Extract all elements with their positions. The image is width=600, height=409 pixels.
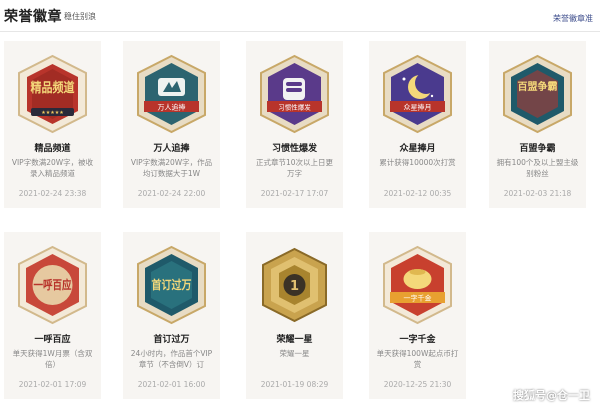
yizi-qianjin-badge-icon: 一字千金 <box>383 245 452 325</box>
badge-name: 万人追捧 <box>153 144 190 154</box>
badge-date: 2021-01-19 08:29 <box>260 380 329 389</box>
badge-description: 单天获得100W起点币打赏 <box>376 349 459 369</box>
badge-card-baimeng-zhengba[interactable]: 百盟争霸 百盟争霸 拥有100个及以上盟主级别粉丝 2021-02-03 21:… <box>489 41 586 208</box>
svg-text:1: 1 <box>290 279 299 294</box>
svg-text:百盟争霸: 百盟争霸 <box>518 80 558 93</box>
badge-date: 2021-02-01 16:00 <box>137 380 206 389</box>
xiguanxing-baofa-badge-icon: 习惯性爆发 <box>260 54 329 134</box>
svg-text:首订过万: 首订过万 <box>152 277 192 292</box>
badge-card-yihu-baiying[interactable]: 一呼百应 一呼百应 单天获得1W月票（含双倍） 2021-02-01 17:09 <box>4 232 101 399</box>
badge-name: 荣耀一星 <box>276 335 313 345</box>
baimeng-zhengba-badge-icon: 百盟争霸 <box>503 54 572 134</box>
badge-card-jingpin-pindao[interactable]: ★★★★★ 精品频道 精品频道 VIP字数满20W字，被收录入精品频道 2021… <box>4 41 101 208</box>
badge-card-zhongxing-pengyue[interactable]: 众星捧月 众星捧月 累计获得10000次打赏 2021-02-12 00:35 <box>369 41 466 208</box>
badge-description: 累计获得10000次打赏 <box>379 158 456 167</box>
zhongxing-pengyue-badge-icon: 众星捧月 <box>383 54 452 134</box>
jingpin-pindao-badge-icon: ★★★★★ 精品频道 <box>18 54 87 134</box>
badge-description: 荣耀一星 <box>279 349 310 358</box>
badge-name: 精品频道 <box>34 144 71 154</box>
badge-card-xiguanxing-baofa[interactable]: 习惯性爆发 习惯性爆发 正式章节10次以上日更万字 2021-02-17 17:… <box>246 41 343 208</box>
badge-date: 2021-02-12 00:35 <box>383 189 452 198</box>
page-subtitle: 稳住别浪 <box>64 12 96 21</box>
badge-description: 24小时内，作品首个VIP章节（不含倒V）订 <box>130 349 213 369</box>
badge-date: 2020-12-25 21:30 <box>383 380 452 389</box>
badge-name: 一呼百应 <box>34 335 71 345</box>
yihu-baiying-badge-icon: 一呼百应 <box>18 245 87 325</box>
badge-name: 一字千金 <box>399 335 436 345</box>
shouding-guowan-badge-icon: 首订过万 <box>137 245 206 325</box>
badge-rules-link[interactable]: 荣誉徽章准 <box>553 13 593 24</box>
watermark: 搜狐号@仓一卫 <box>513 389 590 402</box>
badge-name: 首订过万 <box>153 335 190 345</box>
badge-date: 2021-02-17 17:07 <box>260 189 329 198</box>
badge-date: 2021-02-01 17:09 <box>18 380 87 389</box>
svg-text:万人追捧: 万人追捧 <box>158 103 186 112</box>
page-header: 荣誉徽章 稳住别浪 荣誉徽章准 <box>0 0 600 32</box>
rongyao-yixing-badge-icon: 1 <box>262 247 327 323</box>
svg-text:一呼百应: 一呼百应 <box>34 277 72 292</box>
svg-text:精品频道: 精品频道 <box>31 80 75 96</box>
badge-card-yizi-qianjin[interactable]: 一字千金 一字千金 单天获得100W起点币打赏 2020-12-25 21:30 <box>369 232 466 399</box>
badge-name: 百盟争霸 <box>519 144 556 154</box>
svg-text:★★★★★: ★★★★★ <box>41 110 64 116</box>
wanren-zhuipeng-badge-icon: 万人追捧 <box>137 54 206 134</box>
badge-description: VIP字数满20W字，被收录入精品频道 <box>11 158 94 178</box>
badge-description: VIP字数满20W字，作品均订数据大于1W <box>130 158 213 178</box>
badge-date: 2021-02-24 22:00 <box>137 189 206 198</box>
badge-card-wanren-zhuipeng[interactable]: 万人追捧 万人追捧 VIP字数满20W字，作品均订数据大于1W 2021-02-… <box>123 41 220 208</box>
badge-description: 正式章节10次以上日更万字 <box>255 158 334 178</box>
badge-card-shouding-guowan[interactable]: 首订过万 首订过万 24小时内，作品首个VIP章节（不含倒V）订 2021-02… <box>123 232 220 399</box>
badge-description: 单天获得1W月票（含双倍） <box>12 349 93 369</box>
badge-name: 习惯性爆发 <box>271 144 317 154</box>
svg-text:习惯性爆发: 习惯性爆发 <box>278 103 311 112</box>
page-title: 荣誉徽章 <box>4 9 62 25</box>
badge-description: 拥有100个及以上盟主级别粉丝 <box>496 158 579 178</box>
badge-name: 众星捧月 <box>399 144 436 154</box>
badge-card-rongyao-yixing[interactable]: 1 荣耀一星 荣耀一星 2021-01-19 08:29 <box>246 232 343 399</box>
badge-date: 2021-02-03 21:18 <box>503 189 572 198</box>
svg-text:一字千金: 一字千金 <box>404 294 432 303</box>
badge-date: 2021-02-24 23:38 <box>18 189 87 198</box>
svg-text:众星捧月: 众星捧月 <box>404 103 432 112</box>
